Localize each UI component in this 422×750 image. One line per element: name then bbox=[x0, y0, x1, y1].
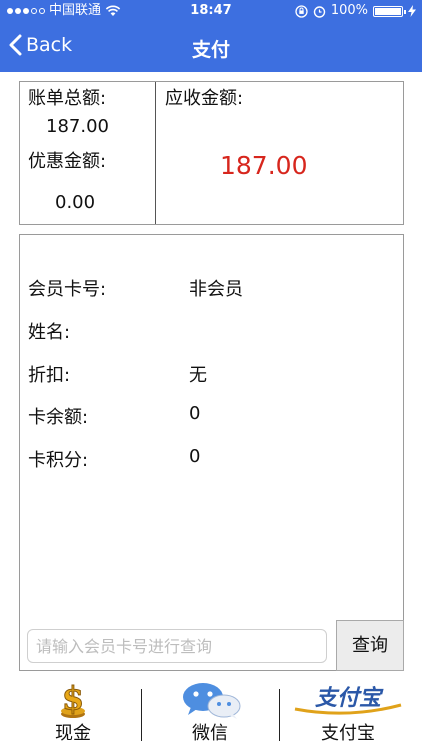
receivable-value: 187.00 bbox=[220, 151, 308, 180]
member-card-value: 非会员 bbox=[189, 279, 243, 300]
cash-label: 现金 bbox=[55, 723, 91, 744]
battery-icon bbox=[373, 5, 406, 17]
alipay-pay-button[interactable]: 支付宝 支付宝 bbox=[279, 677, 417, 750]
amount-divider bbox=[155, 82, 156, 224]
charging-bolt-icon bbox=[408, 5, 416, 17]
discount-rate-label: 折扣: bbox=[28, 365, 71, 386]
discount-value: 0.00 bbox=[55, 192, 96, 213]
cash-dollar-icon: $ bbox=[61, 681, 85, 718]
cash-pay-button[interactable]: $ 现金 bbox=[4, 677, 142, 750]
battery-percent: 100% bbox=[330, 3, 368, 18]
card-points-value: 0 bbox=[189, 446, 201, 467]
card-balance-label: 卡余额: bbox=[28, 407, 89, 428]
name-label: 姓名: bbox=[28, 322, 71, 343]
receivable-label: 应收金额: bbox=[165, 88, 244, 109]
nav-bar: Back 支付 bbox=[0, 22, 422, 72]
alipay-logo-text: 支付宝 bbox=[315, 685, 384, 711]
member-card-label: 会员卡号: bbox=[28, 279, 107, 300]
alarm-icon bbox=[313, 5, 326, 18]
query-button[interactable]: 查询 bbox=[336, 620, 404, 671]
discount-rate-value: 无 bbox=[189, 365, 207, 386]
header: 中国联通 18:47 100% Back 支付 bbox=[0, 0, 422, 72]
wechat-pay-button[interactable]: 微信 bbox=[141, 677, 279, 750]
payment-method-bar: $ 现金 微信 支付宝 支付宝 bbox=[0, 677, 422, 750]
wechat-icon bbox=[183, 683, 241, 719]
status-right: 100% bbox=[295, 0, 416, 22]
bill-total-value: 187.00 bbox=[46, 116, 109, 137]
discount-label: 优惠金额: bbox=[28, 151, 107, 172]
bill-total-label: 账单总额: bbox=[28, 88, 107, 109]
svg-text:$: $ bbox=[62, 681, 84, 717]
wechat-label: 微信 bbox=[192, 723, 228, 744]
alipay-logo-icon: 支付宝 bbox=[294, 685, 402, 715]
alipay-label: 支付宝 bbox=[321, 723, 375, 744]
member-card-search-input[interactable] bbox=[27, 629, 327, 663]
page-title: 支付 bbox=[191, 39, 230, 61]
orientation-lock-icon bbox=[295, 4, 308, 18]
status-bar: 中国联通 18:47 100% bbox=[0, 0, 422, 22]
card-balance-value: 0 bbox=[189, 403, 201, 424]
card-points-label: 卡积分: bbox=[28, 450, 89, 471]
